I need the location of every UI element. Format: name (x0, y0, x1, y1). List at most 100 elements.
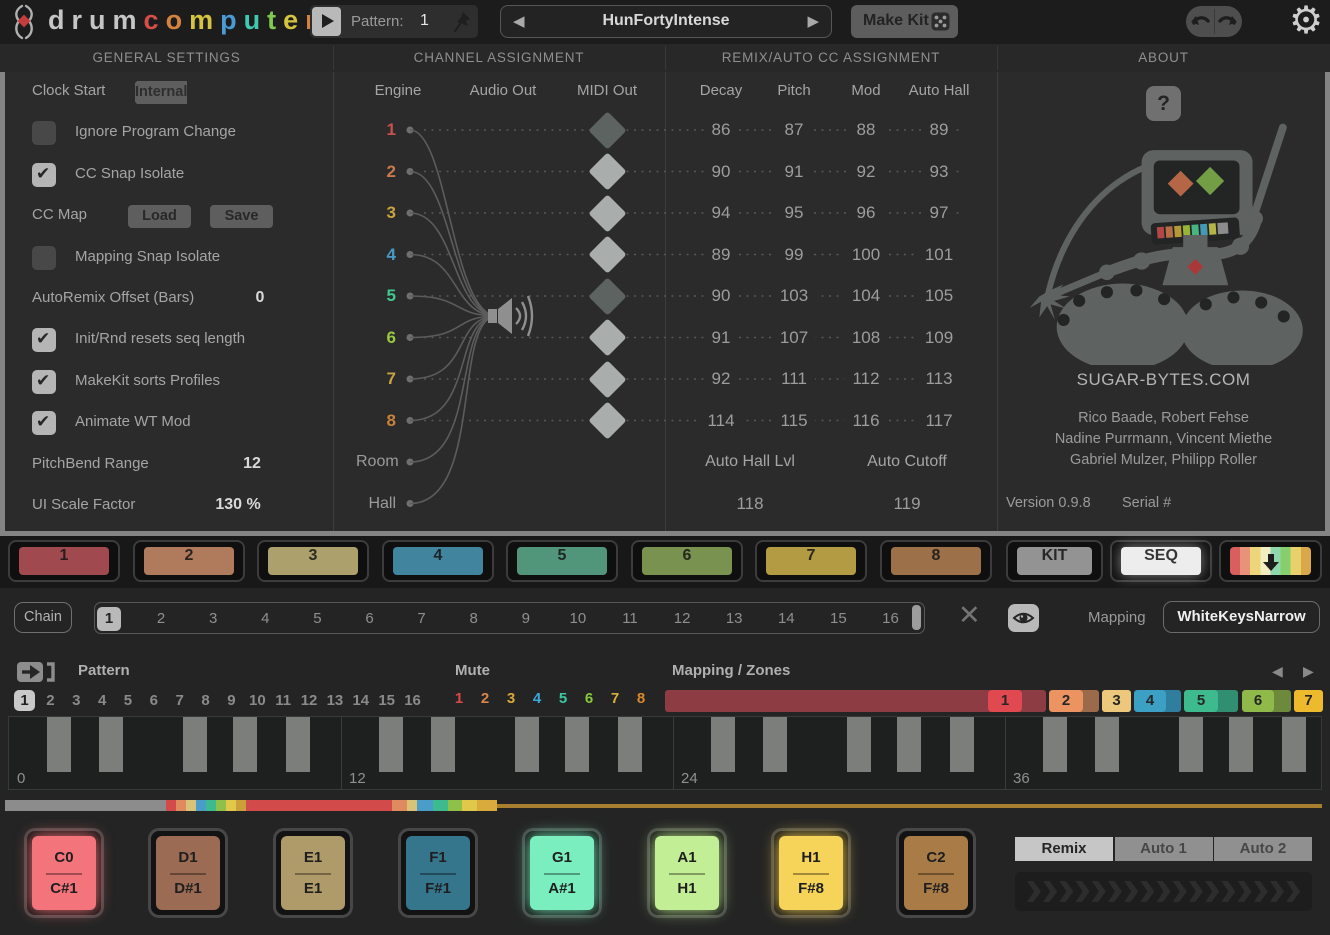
note-pad-d1[interactable]: D1D#1 (148, 828, 228, 918)
cc-value[interactable]: 112 (844, 369, 887, 389)
pattern-step-13[interactable]: 13 (324, 690, 345, 711)
mode-button-auto-2[interactable]: Auto 2 (1214, 837, 1312, 861)
pad-kit[interactable]: KIT (1006, 540, 1103, 582)
chain-scroll-handle[interactable] (912, 605, 921, 630)
cc-value[interactable]: 104 (844, 286, 888, 306)
pattern-step-7[interactable]: 7 (169, 690, 190, 711)
cc-value[interactable]: 91 (777, 162, 812, 182)
chain-slot-4[interactable]: 4 (253, 607, 277, 631)
cc-value[interactable]: 111 (773, 369, 815, 389)
chain-slot-7[interactable]: 7 (410, 607, 434, 631)
chain-slot-16[interactable]: 16 (879, 607, 903, 631)
black-key[interactable] (711, 717, 735, 772)
black-key[interactable] (950, 717, 974, 772)
chain-slot-12[interactable]: 12 (670, 607, 694, 631)
mapping-keyboard[interactable]: 0122436 (8, 716, 1322, 790)
zone-1-label[interactable]: 1 (988, 690, 1022, 712)
zones-next-icon[interactable]: ▶ (1303, 663, 1314, 680)
make-kit-button[interactable]: Make Kit (851, 5, 958, 38)
black-key[interactable] (379, 717, 403, 772)
chain-slot-3[interactable]: 3 (201, 607, 225, 631)
tab-about[interactable]: ABOUT (997, 50, 1330, 65)
preset-next-icon[interactable]: ▶ (807, 12, 819, 30)
keys-mode-button[interactable]: WhiteKeysNarrow (1163, 601, 1320, 633)
tab-general-settings[interactable]: GENERAL SETTINGS (0, 50, 333, 65)
pattern-drag-icon[interactable] (16, 660, 56, 684)
black-key[interactable] (618, 717, 642, 772)
cc-value[interactable]: 87 (777, 120, 812, 140)
eye-button[interactable] (1008, 604, 1039, 632)
cc-value[interactable]: 99 (777, 245, 812, 265)
zone-3-label[interactable]: 3 (1102, 690, 1131, 712)
cc-value[interactable]: 115 (772, 411, 815, 431)
chain-slot-11[interactable]: 11 (618, 607, 642, 631)
zone-4-label[interactable]: 4 (1134, 690, 1166, 712)
cc-value[interactable]: 103 (772, 286, 816, 306)
pattern-step-15[interactable]: 15 (376, 690, 397, 711)
cc-value[interactable]: 100 (844, 245, 888, 265)
cc-value[interactable]: 105 (917, 286, 961, 306)
cc-value[interactable]: 89 (922, 120, 957, 140)
cc-value[interactable]: 92 (704, 369, 739, 389)
pattern-step-14[interactable]: 14 (350, 690, 371, 711)
mode-button-remix[interactable]: Remix (1015, 837, 1113, 861)
pattern-value[interactable]: 1 (420, 12, 429, 30)
chain-button[interactable]: Chain (14, 602, 72, 633)
zone-6-label[interactable]: 6 (1242, 690, 1274, 712)
cc-value[interactable]: 96 (849, 203, 884, 223)
zone-2-label[interactable]: 2 (1049, 690, 1083, 712)
channel-pad-3[interactable]: 3 (257, 540, 369, 582)
pattern-step-5[interactable]: 5 (117, 690, 138, 711)
chain-slot-6[interactable]: 6 (358, 607, 382, 631)
note-pad-f1[interactable]: F1F#1 (398, 828, 478, 918)
zone-7-label[interactable]: 7 (1294, 690, 1323, 712)
chain-slot-10[interactable]: 10 (566, 607, 590, 631)
cc-value[interactable]: 90 (704, 286, 739, 306)
mute-2[interactable]: 2 (474, 690, 496, 707)
channel-pad-5[interactable]: 5 (506, 540, 618, 582)
play-button[interactable] (312, 7, 341, 36)
note-pad-g1[interactable]: G1A#1 (522, 828, 602, 918)
cc-value[interactable]: 119 (885, 494, 928, 514)
black-key[interactable] (431, 717, 455, 772)
channel-pad-2[interactable]: 2 (133, 540, 245, 582)
zone-5-label[interactable]: 5 (1184, 690, 1218, 712)
cc-value[interactable]: 93 (922, 162, 957, 182)
kit-color-pad[interactable] (1219, 540, 1322, 582)
chain-slot-1[interactable]: 1 (97, 607, 121, 631)
redo-icon[interactable] (1216, 13, 1238, 30)
black-key[interactable] (1043, 717, 1067, 772)
channel-pad-1[interactable]: 1 (8, 540, 120, 582)
website-link[interactable]: SUGAR-BYTES.COM (997, 370, 1330, 390)
chain-slot-8[interactable]: 8 (462, 607, 486, 631)
cc-value[interactable]: 95 (777, 203, 812, 223)
pin-icon[interactable] (452, 11, 472, 33)
cc-value[interactable]: 118 (728, 494, 771, 514)
cc-value[interactable]: 92 (849, 162, 884, 182)
cc-value[interactable]: 91 (704, 328, 739, 348)
note-pad-h1[interactable]: H1F#8 (771, 828, 851, 918)
mute-6[interactable]: 6 (578, 690, 600, 707)
black-key[interactable] (233, 717, 257, 772)
black-key[interactable] (763, 717, 787, 772)
mute-7[interactable]: 7 (604, 690, 626, 707)
cc-value[interactable]: 86 (704, 120, 739, 140)
pattern-step-2[interactable]: 2 (40, 690, 61, 711)
cc-value[interactable]: 117 (917, 411, 960, 431)
pattern-step-3[interactable]: 3 (66, 690, 87, 711)
black-key[interactable] (99, 717, 123, 772)
mute-5[interactable]: 5 (552, 690, 574, 707)
chain-slot-9[interactable]: 9 (514, 607, 538, 631)
mute-4[interactable]: 4 (526, 690, 548, 707)
tab-remix-auto-cc-assignment[interactable]: REMIX/AUTO CC ASSIGNMENT (665, 50, 997, 65)
chain-slot-14[interactable]: 14 (774, 607, 798, 631)
cc-value[interactable]: 101 (917, 245, 961, 265)
mute-1[interactable]: 1 (448, 690, 470, 707)
black-key[interactable] (47, 717, 71, 772)
chain-slot-15[interactable]: 15 (826, 607, 850, 631)
note-pad-c2[interactable]: C2F#8 (896, 828, 976, 918)
undo-icon[interactable] (1190, 13, 1212, 30)
black-key[interactable] (1229, 717, 1253, 772)
clear-icon[interactable]: ✕ (958, 600, 981, 631)
black-key[interactable] (847, 717, 871, 772)
